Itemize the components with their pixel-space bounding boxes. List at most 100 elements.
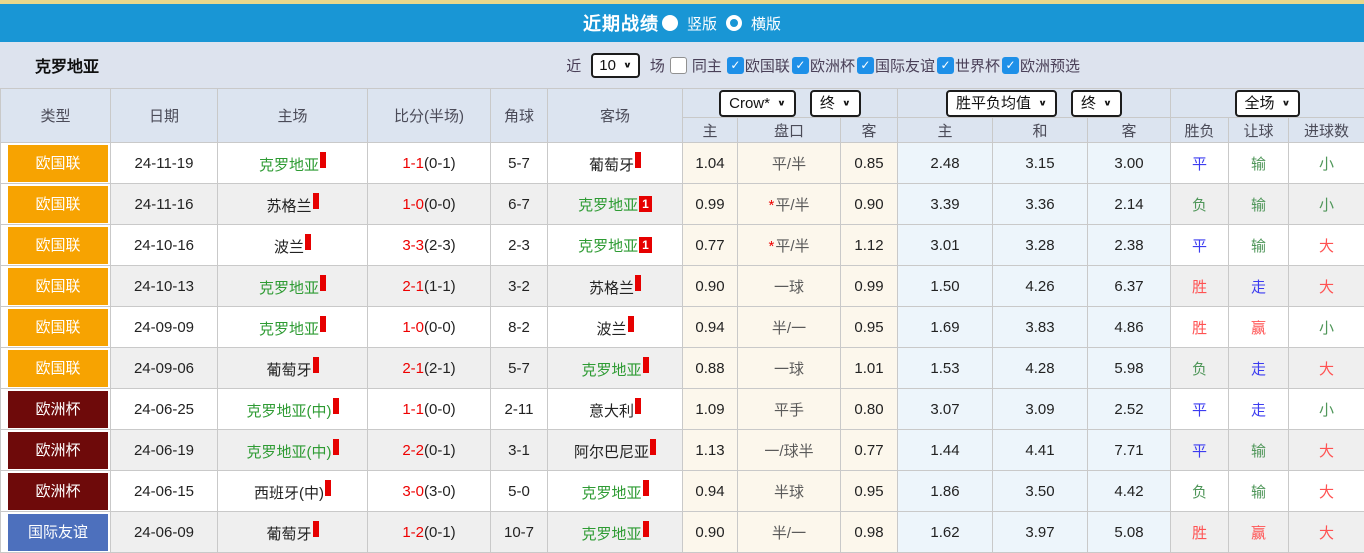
- horizontal-layout-label[interactable]: 横版: [751, 13, 781, 34]
- result-goals: 大: [1289, 430, 1364, 471]
- result-wdl: 负: [1171, 184, 1229, 225]
- card-badge: [643, 521, 649, 537]
- competition-checkbox[interactable]: ✓: [727, 57, 744, 74]
- bookmaker-select[interactable]: Crow* ∨: [719, 90, 796, 117]
- competition-checkbox[interactable]: ✓: [937, 57, 954, 74]
- away-team-link[interactable]: 克罗地亚: [578, 238, 638, 255]
- away-team-link[interactable]: 克罗地亚: [581, 526, 641, 543]
- home-team-link[interactable]: 克罗地亚: [259, 280, 319, 297]
- corners: 5-7: [491, 143, 548, 184]
- result-handicap: 赢: [1229, 512, 1289, 553]
- same-home-label[interactable]: 同主: [692, 55, 722, 76]
- match-date: 24-06-09: [111, 512, 218, 553]
- competition-checkbox[interactable]: ✓: [792, 57, 809, 74]
- competition-filter[interactable]: ✓世界杯: [937, 55, 1000, 76]
- avg-time-select[interactable]: 终 ∨: [1071, 90, 1122, 117]
- away-team-link[interactable]: 葡萄牙: [589, 157, 634, 174]
- competition-filter[interactable]: ✓欧国联: [727, 55, 790, 76]
- competition-filter[interactable]: ✓国际友谊: [857, 55, 935, 76]
- avg-home: 1.86: [898, 471, 993, 512]
- subcol-odds-home: 主: [683, 118, 738, 143]
- competition-label[interactable]: 欧洲预选: [1020, 55, 1080, 76]
- same-home-checkbox[interactable]: ✓: [670, 57, 687, 74]
- match-score: 1-0(0-0): [368, 307, 491, 348]
- odds-away: 1.12: [841, 225, 898, 266]
- result-handicap: 走: [1229, 389, 1289, 430]
- handicap: *平/半: [738, 225, 841, 266]
- horizontal-layout-radio[interactable]: [726, 15, 742, 31]
- competition-filter[interactable]: ✓欧洲杯: [792, 55, 855, 76]
- table-row: 国际友谊 24-06-09 葡萄牙 1-2(0-1) 10-7 克罗地亚 0.9…: [1, 512, 1364, 553]
- result-handicap: 输: [1229, 471, 1289, 512]
- subcol-odds-away: 客: [841, 118, 898, 143]
- competition-label[interactable]: 国际友谊: [875, 55, 935, 76]
- competition-label[interactable]: 欧国联: [745, 55, 790, 76]
- result-group-header: 全场 ∨: [1171, 89, 1364, 118]
- home-team-link[interactable]: 克罗地亚: [259, 157, 319, 174]
- vertical-layout-radio[interactable]: [662, 15, 678, 31]
- card-badge: 1: [639, 196, 652, 212]
- home-team-link[interactable]: 苏格兰: [266, 198, 311, 215]
- home-team-link[interactable]: 西班牙(中): [254, 485, 324, 502]
- home-team-link[interactable]: 葡萄牙: [266, 362, 311, 379]
- result-wdl: 负: [1171, 348, 1229, 389]
- away-team-link[interactable]: 克罗地亚: [581, 485, 641, 502]
- away-team-link[interactable]: 阿尔巴尼亚: [574, 444, 649, 461]
- odds-away: 1.01: [841, 348, 898, 389]
- avg-away: 2.52: [1088, 389, 1171, 430]
- league-badge: 欧洲杯: [8, 432, 108, 469]
- period-select[interactable]: 全场 ∨: [1235, 90, 1301, 117]
- home-team-link[interactable]: 波兰: [274, 239, 304, 256]
- result-goals: 大: [1289, 348, 1364, 389]
- avg-type-select[interactable]: 胜平负均值 ∨: [946, 90, 1057, 117]
- halftime-score: (0-1): [424, 442, 456, 459]
- match-score: 2-1(2-1): [368, 348, 491, 389]
- vertical-layout-label[interactable]: 竖版: [687, 13, 717, 34]
- result-wdl: 平: [1171, 225, 1229, 266]
- avg-away: 3.00: [1088, 143, 1171, 184]
- chevron-down-icon: ∨: [1038, 95, 1047, 111]
- competition-label[interactable]: 世界杯: [955, 55, 1000, 76]
- corners: 3-1: [491, 430, 548, 471]
- result-goals: 小: [1289, 184, 1364, 225]
- home-team-link[interactable]: 葡萄牙: [266, 526, 311, 543]
- home-team-link[interactable]: 克罗地亚(中): [247, 444, 332, 461]
- avg-home: 3.39: [898, 184, 993, 225]
- competition-label[interactable]: 欧洲杯: [810, 55, 855, 76]
- halftime-score: (1-1): [424, 278, 456, 295]
- subcol-wdl: 胜负: [1171, 118, 1229, 143]
- away-team-link[interactable]: 波兰: [596, 321, 626, 338]
- competition-checkbox[interactable]: ✓: [857, 57, 874, 74]
- home-team-link[interactable]: 克罗地亚: [259, 321, 319, 338]
- card-badge: [325, 480, 331, 496]
- match-date: 24-10-16: [111, 225, 218, 266]
- match-count-select[interactable]: 10 ∨: [591, 53, 640, 78]
- away-team-link[interactable]: 意大利: [589, 403, 634, 420]
- col-header-away: 客场: [548, 89, 683, 143]
- result-wdl: 胜: [1171, 512, 1229, 553]
- match-score: 1-0(0-0): [368, 184, 491, 225]
- corners: 8-2: [491, 307, 548, 348]
- handicap: 半球: [738, 471, 841, 512]
- card-badge: [333, 398, 339, 414]
- subcol-avg-draw: 和: [993, 118, 1088, 143]
- away-team-link[interactable]: 克罗地亚: [581, 362, 641, 379]
- avg-draw: 4.28: [993, 348, 1088, 389]
- odds-away: 0.85: [841, 143, 898, 184]
- odds-time-select[interactable]: 终 ∨: [810, 90, 861, 117]
- period-select-value: 全场: [1245, 93, 1275, 114]
- avg-away: 5.08: [1088, 512, 1171, 553]
- halftime-score: (0-0): [424, 196, 456, 213]
- odds-home: 0.94: [683, 471, 738, 512]
- competition-checkbox[interactable]: ✓: [1002, 57, 1019, 74]
- result-wdl: 平: [1171, 143, 1229, 184]
- away-team-link[interactable]: 苏格兰: [589, 280, 634, 297]
- result-wdl: 胜: [1171, 307, 1229, 348]
- away-team-link[interactable]: 克罗地亚: [578, 197, 638, 214]
- handicap: 一球: [738, 348, 841, 389]
- card-badge: [643, 480, 649, 496]
- subcol-avg-away: 客: [1088, 118, 1171, 143]
- avg-draw: 3.97: [993, 512, 1088, 553]
- competition-filter[interactable]: ✓欧洲预选: [1002, 55, 1080, 76]
- home-team-link[interactable]: 克罗地亚(中): [247, 403, 332, 420]
